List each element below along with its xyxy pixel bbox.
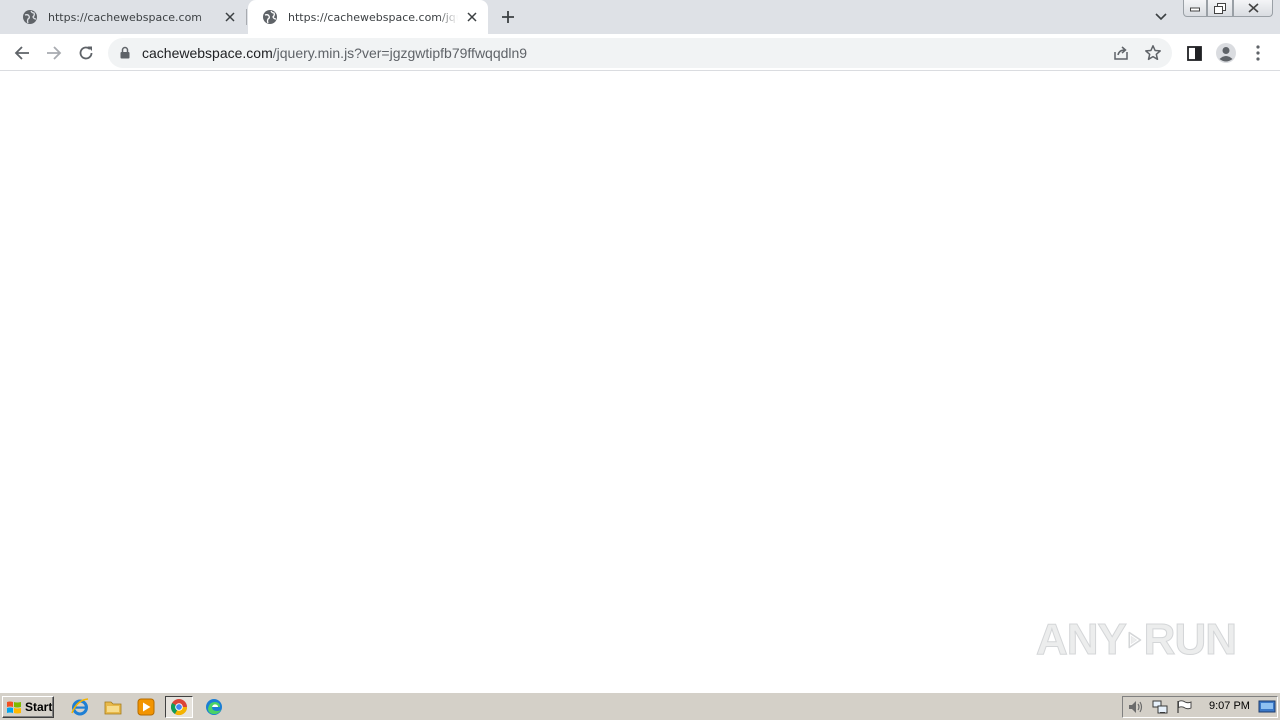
lock-icon[interactable] xyxy=(120,46,130,59)
taskbar-media-player[interactable] xyxy=(132,696,160,718)
windows-taskbar: Start 9:07 PM xyxy=(0,692,1280,720)
tab-title: https://cachewebspace.com xyxy=(48,10,203,24)
start-label: Start xyxy=(25,700,53,714)
internet-explorer-icon xyxy=(71,698,89,716)
tab-cachewebspace[interactable]: https://cachewebspace.com xyxy=(8,0,246,34)
system-tray: 9:07 PM xyxy=(1122,696,1278,718)
tab-strip: https://cachewebspace.com https://cachew… xyxy=(0,0,1280,34)
taskbar-file-explorer[interactable] xyxy=(99,696,127,718)
kebab-menu-icon xyxy=(1256,45,1260,61)
watermark-any-text: ANY xyxy=(1036,615,1128,664)
arrow-left-icon xyxy=(14,46,29,60)
tab-search-button[interactable] xyxy=(1151,7,1171,27)
anyrun-watermark: ANY RUN xyxy=(1036,608,1238,672)
page-content xyxy=(0,72,1280,692)
arrow-right-icon xyxy=(47,46,62,60)
url-host: cachewebspace.com xyxy=(142,45,273,61)
close-window-button[interactable] xyxy=(1233,0,1273,17)
show-desktop-icon xyxy=(1258,700,1276,713)
tab-jquery-min-js[interactable]: https://cachewebspace.com/jquery.min.js?… xyxy=(248,0,488,34)
minimize-window-button[interactable] xyxy=(1183,0,1207,17)
url-text[interactable]: cachewebspace.com/jquery.min.js?ver=jgzg… xyxy=(142,45,527,61)
file-explorer-icon xyxy=(104,701,122,715)
restore-window-button[interactable] xyxy=(1207,0,1233,17)
plus-icon xyxy=(502,11,514,23)
close-tab-icon[interactable] xyxy=(222,9,238,25)
edge-icon xyxy=(206,699,222,715)
browser-toolbar: cachewebspace.com/jquery.min.js?ver=jgzg… xyxy=(0,34,1280,71)
watermark-run-text: RUN xyxy=(1143,615,1237,664)
new-tab-button[interactable] xyxy=(498,7,518,27)
profile-button[interactable] xyxy=(1212,39,1240,67)
taskbar-clock[interactable]: 9:07 PM xyxy=(1209,700,1250,712)
windows-logo-icon xyxy=(7,701,21,713)
volume-icon[interactable] xyxy=(1127,699,1145,715)
star-icon[interactable] xyxy=(1144,44,1162,62)
chrome-menu-button[interactable] xyxy=(1244,39,1272,67)
taskbar-edge[interactable] xyxy=(200,696,228,718)
profile-icon xyxy=(1216,43,1236,63)
network-icon[interactable] xyxy=(1151,699,1169,715)
close-icon xyxy=(1247,3,1259,13)
side-panel-icon xyxy=(1186,45,1202,61)
reload-button[interactable] xyxy=(72,39,100,67)
taskbar-chrome[interactable] xyxy=(165,696,193,718)
share-icon[interactable] xyxy=(1112,44,1130,62)
play-triangle-icon xyxy=(1128,631,1142,649)
side-panel-button[interactable] xyxy=(1180,39,1208,67)
start-button[interactable]: Start xyxy=(2,696,54,718)
forward-button[interactable] xyxy=(40,39,68,67)
globe-icon xyxy=(263,10,277,24)
taskbar-internet-explorer[interactable] xyxy=(66,696,94,718)
minimize-icon xyxy=(1190,7,1200,12)
reload-icon xyxy=(79,46,93,60)
chevron-down-icon xyxy=(1155,13,1167,21)
show-desktop-button[interactable] xyxy=(1258,700,1276,714)
back-button[interactable] xyxy=(8,39,36,67)
close-tab-icon[interactable] xyxy=(464,9,480,25)
media-player-icon xyxy=(137,698,155,716)
globe-icon xyxy=(23,10,37,24)
chrome-icon xyxy=(170,699,188,716)
restore-icon xyxy=(1214,2,1226,14)
tab-separator xyxy=(246,9,247,25)
url-path: /jquery.min.js?ver=jgzgwtipfb79ffwqqdln9 xyxy=(272,45,528,61)
address-bar[interactable]: cachewebspace.com/jquery.min.js?ver=jgzg… xyxy=(108,38,1172,68)
tab-title: https://cachewebspace.com/jquery.min.js?… xyxy=(288,10,458,24)
action-center-flag-icon[interactable] xyxy=(1175,699,1193,715)
